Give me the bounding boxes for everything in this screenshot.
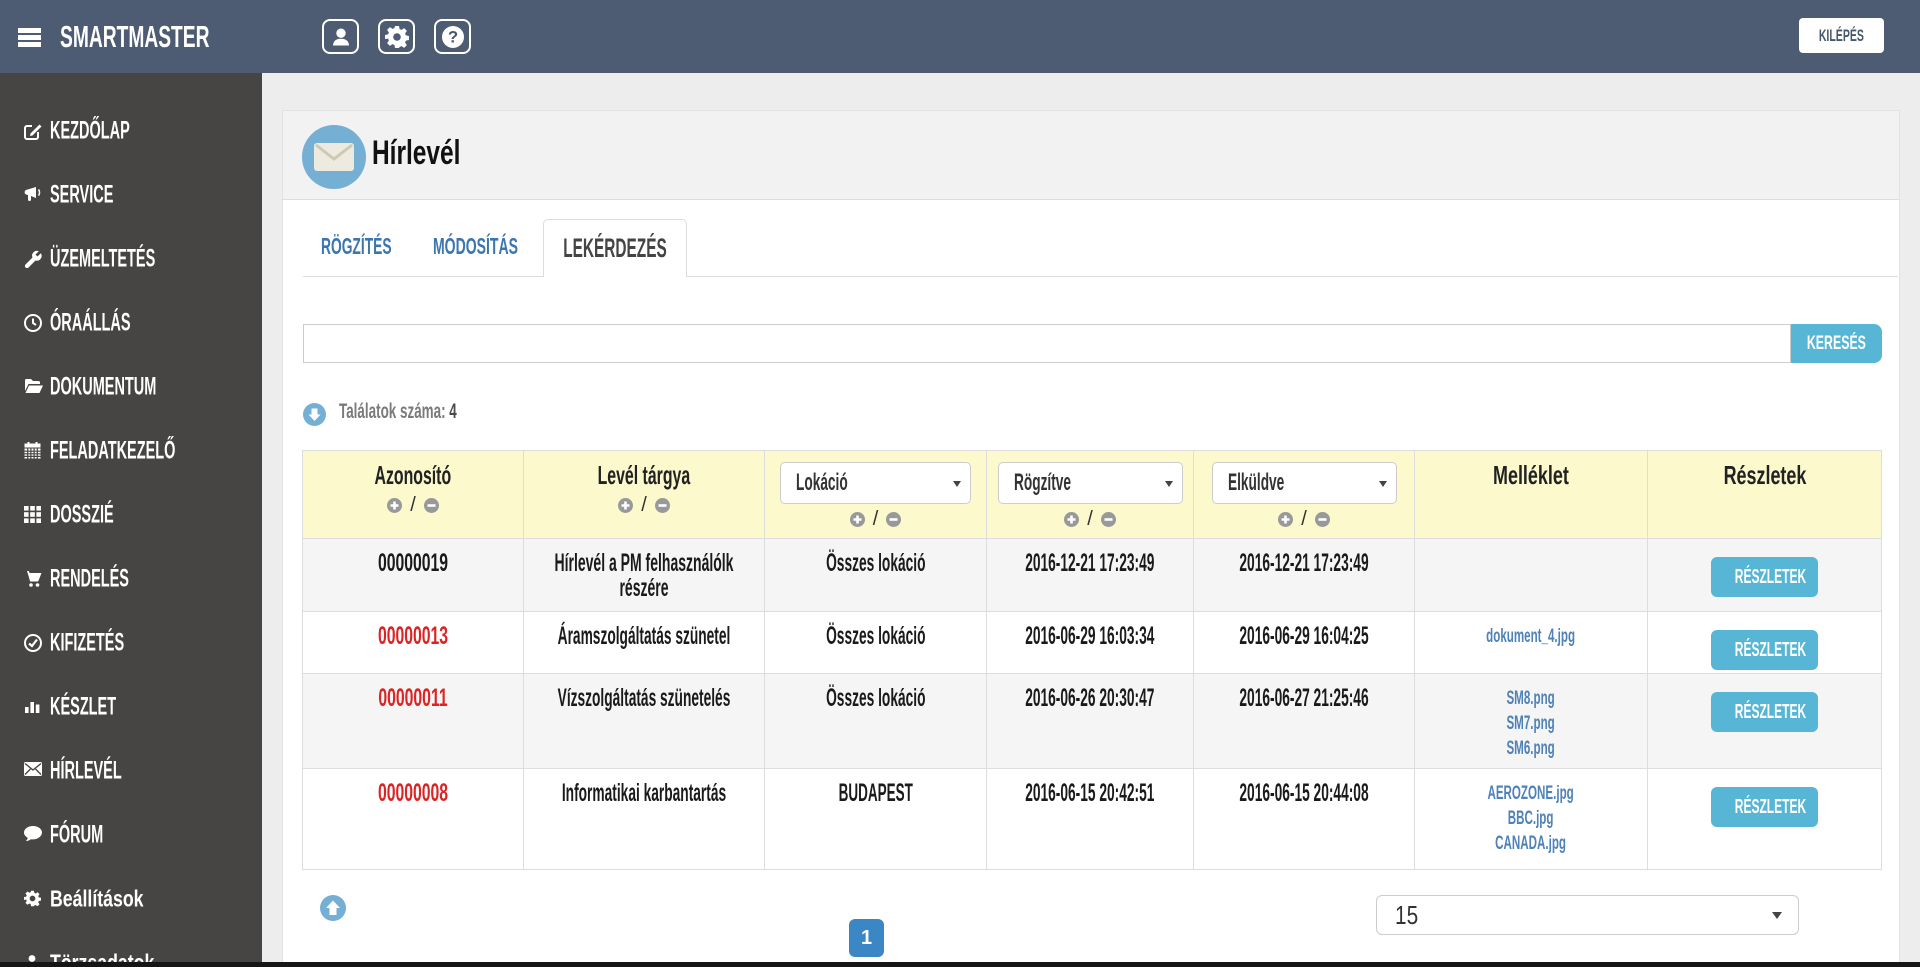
svg-text:?: ? [447,28,457,46]
